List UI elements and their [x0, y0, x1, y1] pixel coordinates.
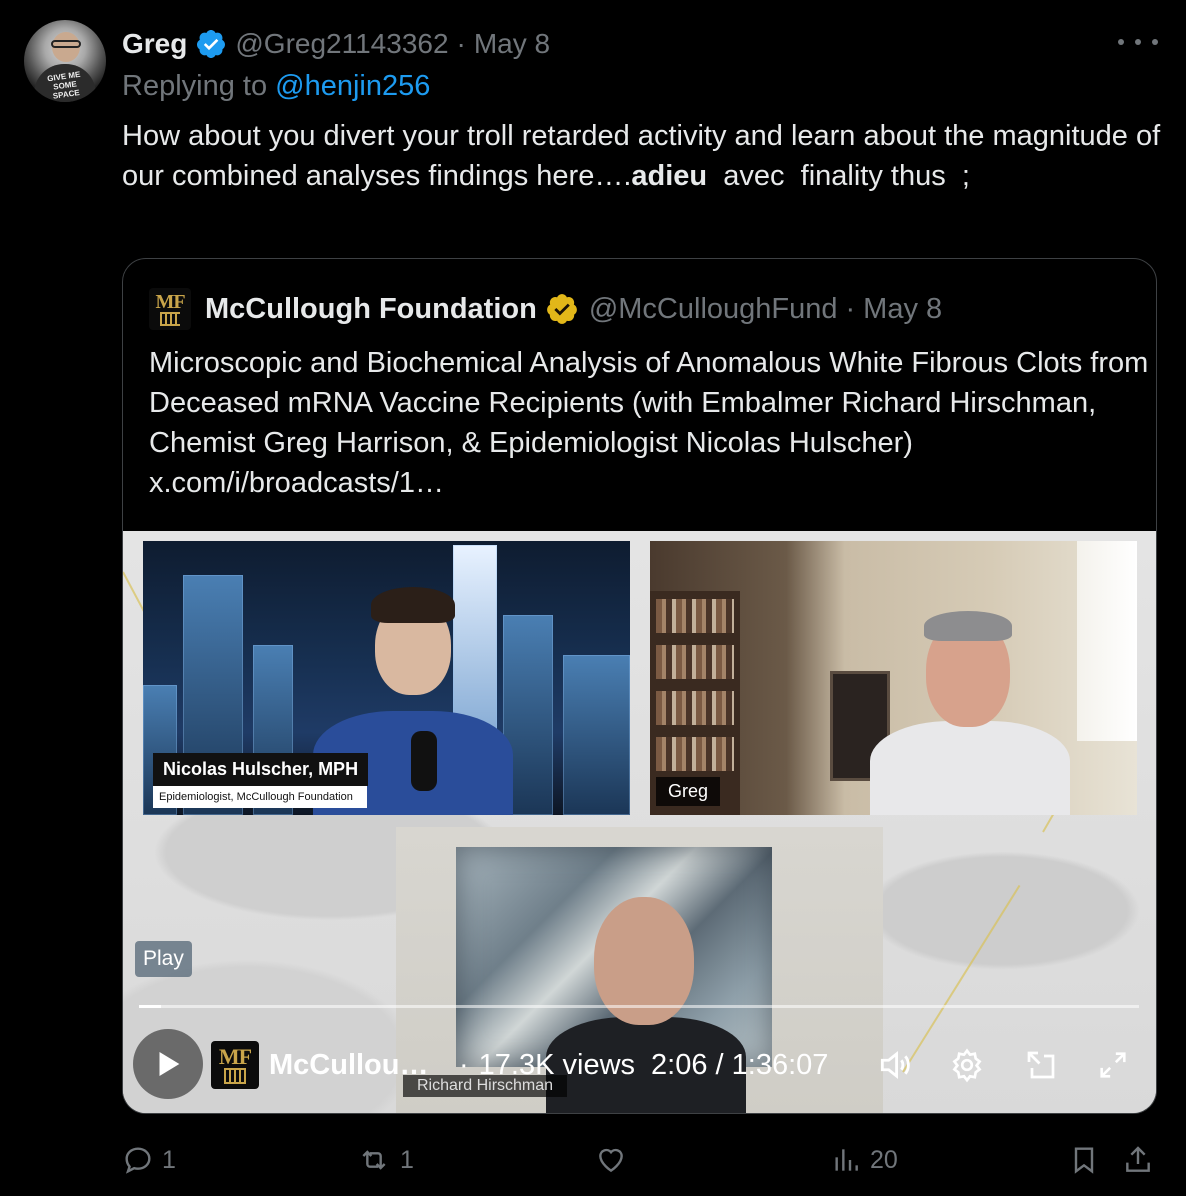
greg-label: Greg	[656, 777, 721, 806]
tweet-text-bold: adieu	[631, 160, 708, 192]
video-panel-nicolas: Nicolas Hulscher, MPH Epidemiologist, Mc…	[143, 541, 630, 815]
like-button[interactable]	[594, 1138, 636, 1182]
author-handle[interactable]: @Greg21143362	[235, 28, 448, 60]
avatar-glasses	[51, 40, 81, 48]
progress-track[interactable]	[139, 1005, 1139, 1008]
views-icon	[835, 1149, 858, 1171]
volume-icon[interactable]	[875, 1045, 915, 1085]
quoted-header: MF McCullough Foundation @McCulloughFund…	[149, 287, 942, 331]
person-greg	[870, 611, 1070, 815]
author-avatar[interactable]: GIVE ME SOME SPACE	[24, 20, 106, 102]
reply-icon	[125, 1147, 151, 1174]
microphone-icon	[411, 731, 437, 791]
video-time: 2:06 / 1:36:07	[651, 1048, 829, 1081]
replying-prefix: Replying to	[122, 70, 268, 102]
mf-logo-text: MF	[155, 291, 185, 313]
video-controls: MF Richard Hirschman McCullou… · 17.3K v…	[123, 1017, 1156, 1113]
reply-mention-link[interactable]: @henjin256	[275, 70, 430, 102]
verified-icon	[197, 30, 226, 58]
quoted-handle[interactable]: @McCulloughFund	[589, 293, 838, 326]
author-name[interactable]: Greg	[122, 28, 187, 60]
separator-dot: ·	[456, 28, 466, 59]
separator-dot: ·	[459, 1048, 469, 1081]
quoted-author-name[interactable]: McCullough Foundation	[205, 293, 537, 326]
video-player[interactable]: Nicolas Hulscher, MPH Epidemiologist, Mc…	[123, 531, 1156, 1113]
tweet-header: Greg @Greg21143362 · May 8	[122, 26, 550, 62]
share-button[interactable]	[1122, 1138, 1162, 1182]
bookmark-button[interactable]	[1068, 1138, 1108, 1182]
play-button[interactable]	[133, 1029, 203, 1099]
view-count: 17.3K views	[478, 1048, 636, 1081]
tweet-date[interactable]: May 8	[474, 28, 550, 60]
views-count: 20	[870, 1145, 898, 1174]
pillar-icon	[160, 312, 180, 326]
verified-gold-icon	[546, 294, 577, 324]
fullscreen-icon[interactable]	[1093, 1045, 1133, 1085]
tweet-text-part2: avec finality thus ;	[707, 160, 970, 192]
video-panel-greg: Greg	[650, 541, 1137, 815]
progress-fill	[139, 1005, 161, 1008]
share-icon	[1126, 1146, 1150, 1172]
action-bar: 1 1 20	[122, 1138, 1162, 1182]
tweet-text: How about you divert your troll retarded…	[122, 116, 1162, 196]
quoted-text: Microscopic and Biochemical Analysis of …	[149, 347, 1149, 499]
more-icon[interactable]	[1118, 30, 1158, 54]
quoted-date[interactable]: May 8	[863, 293, 942, 326]
pillar-icon	[224, 1068, 246, 1084]
repost-button[interactable]: 1	[356, 1138, 414, 1182]
replying-to: Replying to @henjin256	[122, 70, 430, 103]
quoted-post[interactable]: MF McCullough Foundation @McCulloughFund…	[122, 258, 1157, 1114]
play-icon	[159, 1051, 180, 1077]
reply-button[interactable]: 1	[122, 1138, 176, 1182]
lower-third: Nicolas Hulscher, MPH Epidemiologist, Mc…	[153, 753, 369, 808]
bookmark-icon	[1074, 1147, 1094, 1174]
lower-third-title: Epidemiologist, McCullough Foundation	[153, 786, 367, 808]
dock-icon[interactable]	[1021, 1045, 1061, 1085]
channel-logo-text: MF	[218, 1044, 252, 1069]
video-info: McCullou… · 17.3K views 2:06 / 1:36:07	[269, 1045, 828, 1085]
views-button[interactable]: 20	[830, 1138, 898, 1182]
mf-logo-icon[interactable]: MF	[149, 288, 191, 330]
separator-dot: ·	[845, 292, 856, 325]
window	[1077, 541, 1137, 741]
lower-third-name: Nicolas Hulscher, MPH	[153, 753, 369, 786]
repost-icon	[362, 1150, 386, 1170]
channel-name[interactable]: McCullou…	[269, 1049, 441, 1082]
like-icon	[599, 1148, 623, 1173]
channel-logo-icon[interactable]: MF	[211, 1041, 259, 1089]
play-tag: Play	[135, 941, 192, 977]
reply-count: 1	[162, 1145, 176, 1174]
settings-icon[interactable]	[947, 1045, 987, 1085]
repost-count: 1	[400, 1145, 414, 1174]
